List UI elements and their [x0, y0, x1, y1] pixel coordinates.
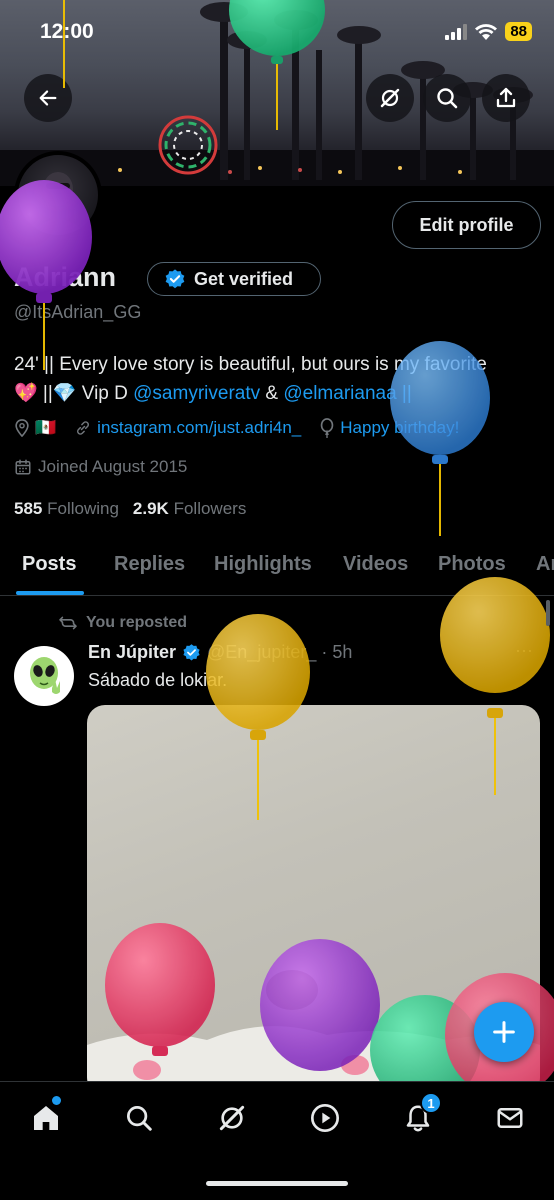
- verified-badge-icon: [165, 269, 185, 289]
- following-label: Following: [47, 499, 119, 518]
- home-indicator: [206, 1181, 348, 1186]
- grok-icon: [219, 1105, 245, 1131]
- profile-handle: @ItsAdrian_GG: [14, 302, 142, 322]
- link-icon: [77, 421, 90, 435]
- profile-meta: 🇲🇽 instagram.com/just.adri4n_ Happy birt…: [14, 418, 477, 438]
- active-tab-indicator: [16, 591, 84, 595]
- followers-count: 2.9K: [132, 499, 169, 518]
- post-author-avatar[interactable]: [14, 646, 74, 706]
- profile-name: Adriann: [14, 262, 117, 292]
- nav-notifications[interactable]: 1: [398, 1092, 442, 1138]
- compose-post-button[interactable]: [474, 1002, 534, 1062]
- follow-stats: 585 Following 2.9K Followers: [14, 499, 246, 519]
- following-count: 585: [14, 499, 43, 518]
- tab-replies[interactable]: Replies: [114, 553, 185, 576]
- profile-bio: 24' || Every love story is beautiful, bu…: [14, 350, 544, 408]
- profile-avatar[interactable]: [14, 151, 102, 239]
- search-button[interactable]: [423, 74, 471, 122]
- bio-line-2: 💖 ||💎 Vip D @samyriveratv & @elmarianaa …: [14, 379, 544, 408]
- joined-text: Joined August 2015: [38, 457, 188, 476]
- followers-label: Followers: [173, 499, 247, 518]
- tab-photos[interactable]: Photos: [438, 553, 506, 576]
- status-icons: 88: [445, 22, 532, 41]
- status-time: 12:00: [40, 20, 94, 43]
- nav-messages[interactable]: [490, 1098, 530, 1138]
- repost-icon: [59, 616, 77, 630]
- share-button[interactable]: [482, 74, 530, 122]
- tab-posts[interactable]: Posts: [22, 553, 76, 576]
- bio-mention-1[interactable]: @samyriveratv: [133, 383, 260, 404]
- nav-home[interactable]: [26, 1096, 66, 1138]
- search-icon: [127, 1106, 152, 1131]
- grok-button[interactable]: [366, 74, 414, 122]
- wifi-icon: [475, 23, 498, 40]
- following-link[interactable]: 585 Following: [14, 499, 119, 519]
- bio-line-1: 24' || Every love story is beautiful, bu…: [14, 354, 487, 375]
- nav-grok[interactable]: [212, 1098, 252, 1138]
- cellular-signal-icon: [445, 23, 468, 40]
- home-unread-dot: [52, 1096, 61, 1105]
- arrow-left-icon: [39, 90, 57, 106]
- followers-link[interactable]: 2.9K Followers: [133, 499, 246, 519]
- location-pin-icon: [15, 419, 29, 437]
- nav-search[interactable]: [119, 1098, 159, 1138]
- post-image[interactable]: [87, 705, 540, 1095]
- notification-badge: 1: [420, 1092, 442, 1114]
- tab-videos[interactable]: Videos: [343, 553, 408, 576]
- verified-badge-icon: [183, 644, 200, 661]
- search-icon: [437, 88, 458, 109]
- nav-video[interactable]: [305, 1098, 345, 1138]
- scrollbar-thumb[interactable]: [546, 600, 550, 626]
- get-verified-label: Get verified: [194, 268, 294, 289]
- post-more-button[interactable]: ···: [515, 640, 533, 661]
- status-bar: 12:00 88: [0, 0, 554, 66]
- birthday-item: Happy birthday!: [319, 418, 459, 438]
- balloon-icon: [320, 418, 334, 438]
- grok-icon: [380, 88, 400, 108]
- tab-highlights[interactable]: Highlights: [214, 553, 312, 576]
- home-icon: [34, 1106, 58, 1130]
- get-verified-button[interactable]: Get verified: [147, 262, 321, 296]
- edit-profile-button[interactable]: Edit profile: [392, 201, 541, 249]
- plus-icon: [493, 1021, 515, 1043]
- calendar-icon: [15, 459, 31, 475]
- bio-mention-2[interactable]: @elmarianaa ||: [283, 383, 411, 404]
- bio-amp: &: [260, 383, 284, 404]
- repost-label: You reposted: [86, 614, 188, 631]
- joined-date: Joined August 2015: [14, 457, 187, 477]
- website-link[interactable]: instagram.com/just.adri4n_: [97, 418, 301, 438]
- mail-icon: [497, 1108, 523, 1128]
- battery-indicator: 88: [505, 22, 532, 41]
- post-handle-time: @En_jupiter_ · 5h: [207, 642, 353, 662]
- video-icon: [311, 1104, 339, 1132]
- repost-indicator: You reposted: [58, 614, 187, 632]
- website-item[interactable]: instagram.com/just.adri4n_: [74, 418, 301, 438]
- post-text: Sábado de lokiar.: [88, 670, 228, 690]
- post-author-name[interactable]: En Júpiter: [88, 642, 176, 663]
- bio-line-2-prefix: 💖 ||💎 Vip D: [14, 383, 134, 404]
- post-header: En Júpiter @En_jupiter_ · 5h: [88, 642, 352, 663]
- location-item: 🇲🇽: [14, 418, 56, 438]
- back-button[interactable]: [24, 74, 72, 122]
- tab-articles[interactable]: Ar: [536, 553, 554, 576]
- birthday-text: Happy birthday!: [340, 418, 460, 437]
- profile-tabs: Posts Replies Highlights Videos Photos A…: [0, 536, 554, 596]
- location-text: 🇲🇽: [35, 418, 57, 437]
- share-icon: [496, 87, 516, 108]
